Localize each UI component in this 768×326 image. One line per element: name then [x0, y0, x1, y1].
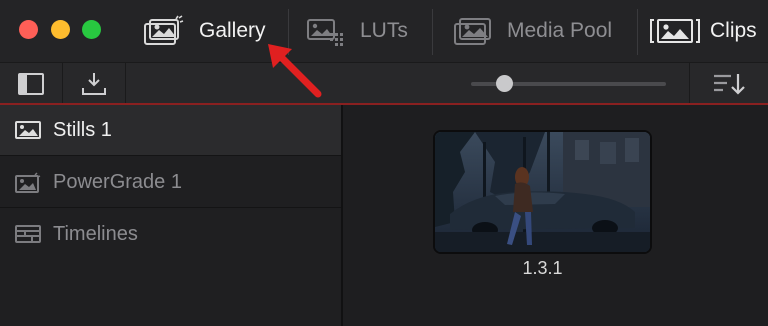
still-thumbnail[interactable] — [433, 130, 652, 254]
grab-still-icon — [82, 72, 106, 95]
sort-button[interactable] — [689, 63, 768, 104]
panel-split-icon — [18, 72, 44, 95]
still-label: 1.3.1 — [522, 258, 563, 278]
window-minimize-button[interactable] — [51, 20, 70, 39]
tab-divider — [637, 9, 638, 55]
window-zoom-button[interactable] — [82, 20, 101, 39]
album-item-label: Stills 1 — [53, 118, 112, 141]
toggle-album-panel-button[interactable] — [0, 63, 63, 104]
annotation-arrow — [268, 44, 322, 98]
album-item-label: PowerGrade 1 — [53, 170, 182, 193]
tab-clips-label: Clips — [710, 19, 757, 42]
tab-media-pool[interactable]: Media Pool — [453, 0, 612, 62]
stills-album-icon — [15, 121, 41, 139]
thumbnail-size-slider-handle[interactable] — [496, 75, 513, 92]
album-item-powergrade[interactable]: PowerGrade 1 — [0, 157, 341, 208]
media-pool-icon — [454, 18, 491, 45]
tab-divider — [432, 9, 433, 55]
album-item-label: Timelines — [53, 223, 138, 245]
album-item-stills[interactable]: Stills 1 — [0, 105, 341, 156]
album-item-timelines[interactable]: Timelines — [0, 209, 341, 260]
clips-icon — [650, 19, 700, 43]
album-sidebar: Stills 1 PowerGrade 1 Timelines — [0, 105, 343, 326]
still-thumbnail-image — [435, 132, 650, 252]
tab-clips[interactable]: Clips — [650, 0, 757, 62]
grab-still-button[interactable] — [63, 63, 126, 104]
top-tab-bar: Gallery LUTs Media Pool Clips — [0, 0, 768, 62]
sort-icon — [714, 73, 745, 95]
gallery-icon — [144, 15, 184, 45]
powergrade-album-icon — [15, 172, 41, 193]
tab-luts-label: LUTs — [360, 19, 408, 42]
window-close-button[interactable] — [19, 20, 38, 39]
tab-gallery[interactable]: Gallery — [143, 0, 266, 62]
timelines-album-icon — [15, 225, 41, 243]
tab-media-pool-label: Media Pool — [507, 19, 613, 42]
tab-gallery-label: Gallery — [199, 19, 266, 42]
